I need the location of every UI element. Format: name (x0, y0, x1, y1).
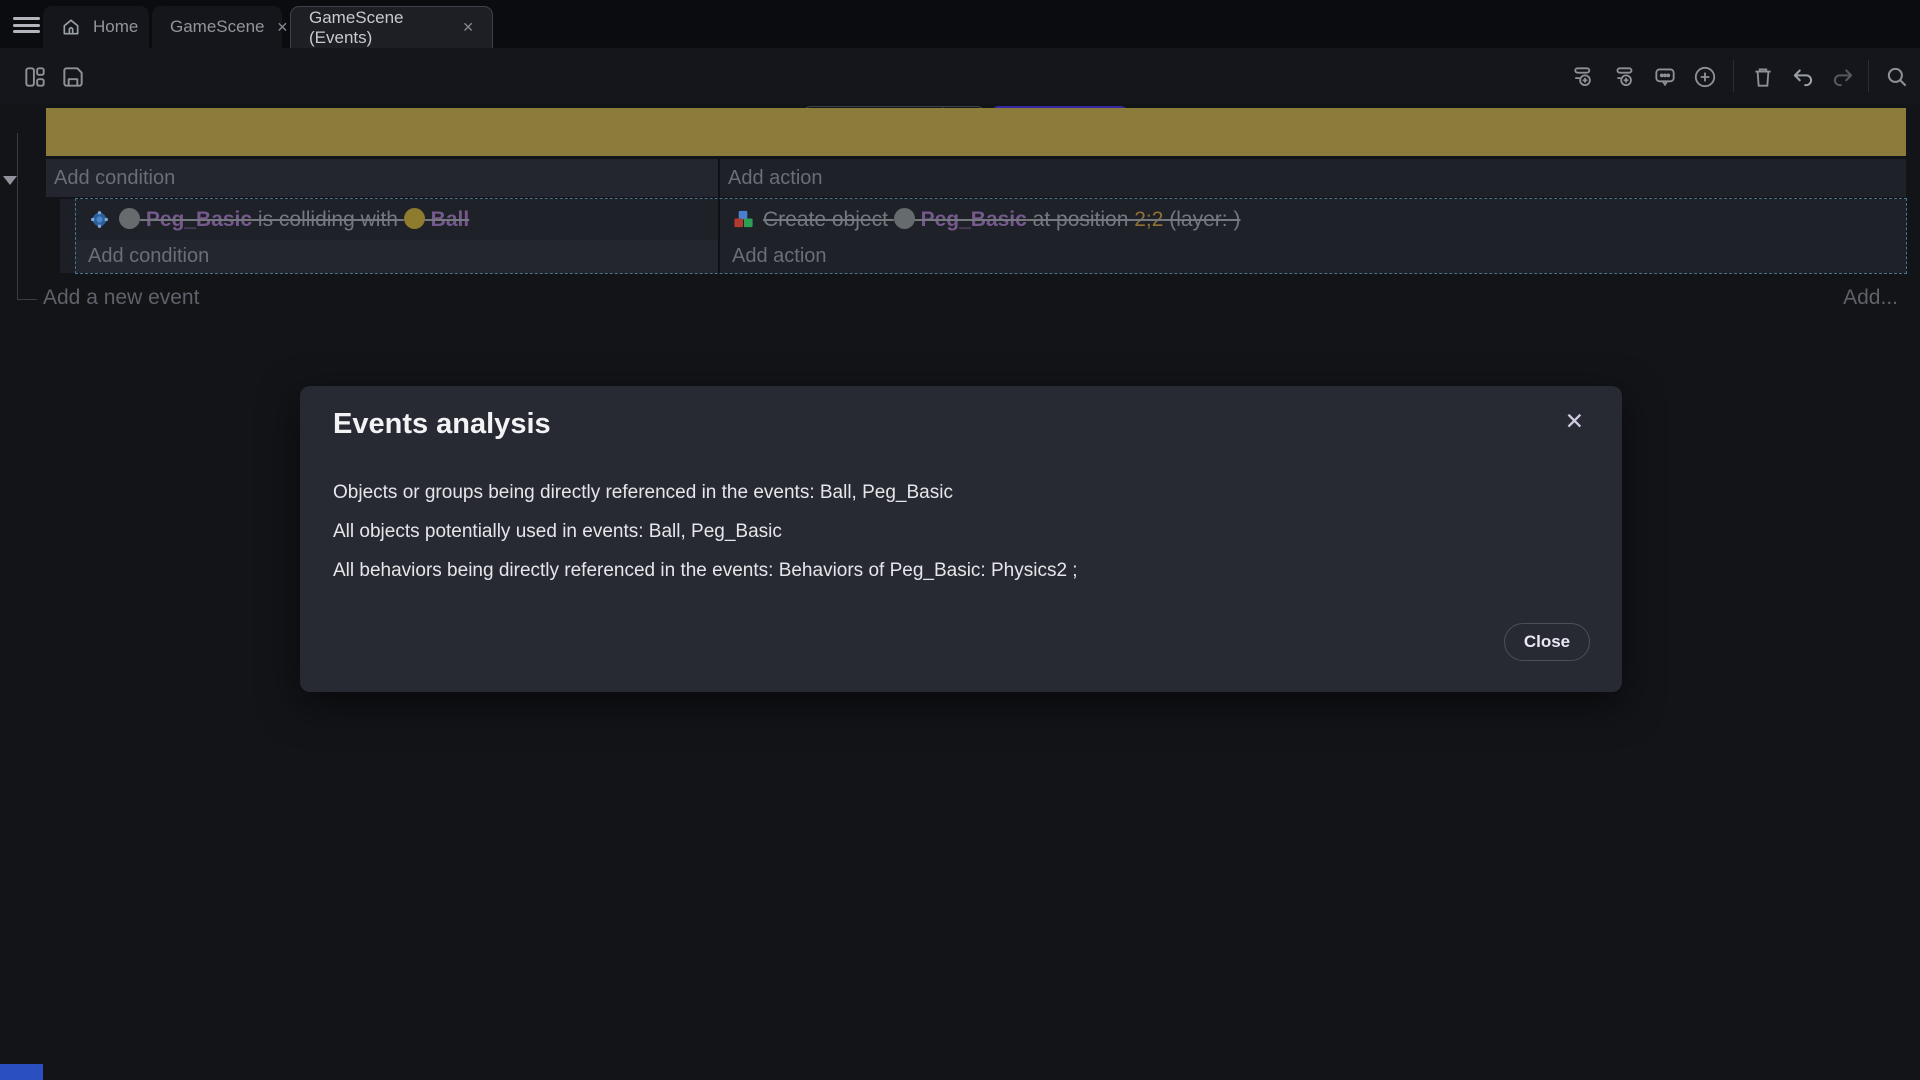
tab-label: GameScene (Events) (309, 8, 450, 48)
event-tree-line (17, 299, 37, 300)
toolbar-divider (1733, 60, 1734, 92)
ball-object-icon (404, 208, 425, 229)
collapse-event-icon[interactable] (3, 176, 17, 185)
add-condition-link[interactable]: Add condition (46, 167, 175, 190)
event-tree-line (17, 133, 18, 299)
events-analysis-dialog: Events analysis ✕ Objects or groups bein… (300, 386, 1622, 692)
tab-label: Home (93, 17, 138, 37)
actions-cell: Create object Peg_Basic at position 2;2 … (720, 199, 1906, 273)
add-action-link[interactable]: Add action (720, 167, 823, 190)
undo-icon[interactable] (1790, 64, 1816, 90)
actions-cell[interactable]: Add action (720, 159, 1906, 197)
close-button[interactable]: Close (1504, 623, 1590, 661)
add-condition-row[interactable]: Add condition (76, 240, 718, 273)
home-icon (61, 17, 81, 37)
referenced-behaviors-line: All behaviors being directly referenced … (333, 560, 1078, 582)
conditions-cell[interactable]: Add condition (46, 159, 720, 197)
add-comment-icon[interactable] (1652, 64, 1678, 90)
add-subevent-icon[interactable] (1612, 64, 1638, 90)
redo-icon[interactable] (1830, 64, 1856, 90)
action-instruction[interactable]: Create object Peg_Basic at position 2;2 … (720, 199, 1906, 240)
add-new-event-link[interactable]: Add a new event (43, 286, 199, 310)
add-condition-link[interactable]: Add condition (88, 245, 209, 268)
action-text: Create object Peg_Basic at position 2;2 … (763, 208, 1240, 232)
add-action-row[interactable]: Add action (720, 240, 1906, 273)
peg-basic-object-icon (894, 208, 915, 229)
tab-gamescene-events[interactable]: GameScene (Events) ✕ (290, 6, 493, 48)
tab-label: GameScene (170, 17, 265, 37)
status-strip (0, 1064, 43, 1080)
create-object-action-icon (732, 208, 755, 231)
search-icon[interactable] (1884, 64, 1910, 90)
close-icon[interactable]: ✕ (1565, 410, 1584, 433)
potential-objects-line: All objects potentially used in events: … (333, 521, 1078, 543)
referenced-objects-line: Objects or groups being directly referen… (333, 482, 1078, 504)
condition-text: Peg_Basic is colliding with Ball (119, 208, 469, 232)
tab-home[interactable]: Home (43, 6, 149, 48)
selected-comment-block[interactable] (46, 108, 1906, 156)
collision-condition-icon (88, 208, 111, 231)
selected-sub-event: Peg_Basic is colliding with Ball Add con… (60, 199, 1906, 273)
condition-instruction[interactable]: Peg_Basic is colliding with Ball (76, 199, 718, 240)
peg-basic-object-icon (119, 208, 140, 229)
add-event-icon[interactable] (1572, 64, 1598, 90)
add-more-events-icon[interactable] (1692, 64, 1718, 90)
toolbar-divider (1868, 60, 1869, 92)
tab-bar: Home GameScene ✕ GameScene (Events) ✕ (0, 0, 1920, 48)
add-more-link[interactable]: Add... (1843, 286, 1898, 310)
open-project-manager-icon[interactable] (22, 64, 48, 90)
close-icon[interactable]: ✕ (277, 19, 289, 36)
save-icon[interactable] (60, 64, 86, 90)
main-menu-icon[interactable] (13, 17, 41, 33)
delete-icon[interactable] (1750, 64, 1776, 90)
gdevelop-window: Home GameScene ✕ GameScene (Events) ✕ (0, 0, 1920, 1080)
close-icon[interactable]: ✕ (462, 19, 474, 36)
conditions-cell: Peg_Basic is colliding with Ball Add con… (76, 199, 720, 273)
add-action-link[interactable]: Add action (732, 245, 827, 268)
dialog-title: Events analysis (333, 408, 551, 441)
event-indent-handle[interactable] (60, 199, 76, 273)
toolbar: Preview Publish (0, 48, 1920, 103)
event-row: Add condition Add action (46, 159, 1906, 197)
tab-gamescene[interactable]: GameScene ✕ (152, 6, 282, 48)
dialog-body: Objects or groups being directly referen… (333, 482, 1078, 599)
